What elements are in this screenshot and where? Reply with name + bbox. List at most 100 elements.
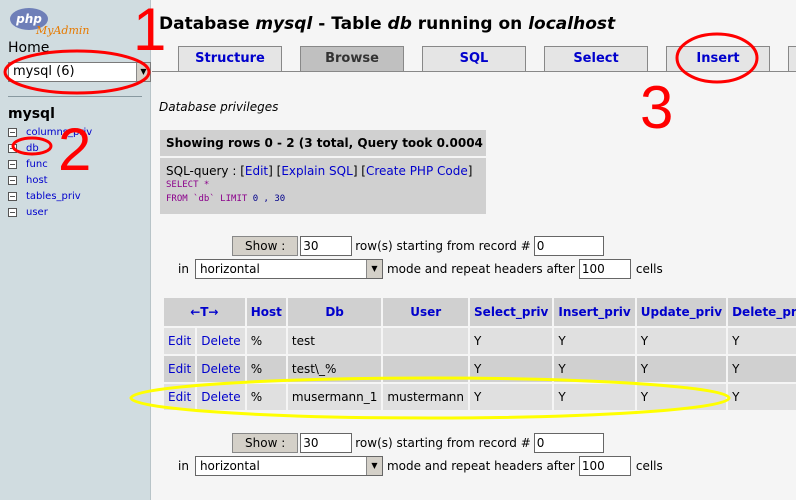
edit-link[interactable]: Edit <box>168 390 191 404</box>
cell-select-priv: Y <box>470 328 553 354</box>
table-row: Edit Delete % test Y Y Y Y <box>164 328 796 354</box>
mode-text: mode and repeat headers after <box>386 459 575 473</box>
cell-user <box>383 328 469 354</box>
edit-sql-link[interactable]: Edit <box>245 164 268 178</box>
title-suffix: running on <box>411 14 529 34</box>
column-header-delete-priv[interactable]: Delete_priv <box>728 298 796 326</box>
sql-from: FROM `db` LIMIT <box>166 194 248 204</box>
main-content: Database mysql - Table db running on loc… <box>152 0 796 500</box>
rows-text: row(s) starting from record # <box>355 436 531 450</box>
table-icon[interactable] <box>8 159 17 169</box>
cell-host: % <box>246 356 286 382</box>
cell-delete-priv: Y <box>728 384 796 410</box>
in-label: in <box>178 459 189 473</box>
cells-text: cells <box>635 459 663 473</box>
column-order-arrows[interactable]: ←T→ <box>164 298 245 326</box>
cell-insert-priv: Y <box>554 356 635 382</box>
tab-browse[interactable]: Browse <box>300 46 404 71</box>
column-header-insert-priv[interactable]: Insert_priv <box>554 298 635 326</box>
cell-host: % <box>246 328 286 354</box>
title-table-name: db <box>387 14 412 34</box>
delete-link[interactable]: Delete <box>201 362 240 376</box>
delete-link[interactable]: Delete <box>201 334 240 348</box>
tab-sql[interactable]: SQL <box>422 46 526 71</box>
in-label: in <box>178 262 189 276</box>
title-host: localhost <box>528 14 616 34</box>
display-mode-select[interactable]: horizontal ▼ <box>194 259 383 279</box>
cell-update-priv: Y <box>636 356 727 382</box>
tab-insert[interactable]: Insert <box>666 46 770 71</box>
sidebar-item-user[interactable]: user <box>8 204 92 220</box>
sidebar-item-label[interactable]: host <box>26 175 48 186</box>
chevron-down-icon[interactable]: ▼ <box>365 260 382 278</box>
chevron-down-icon[interactable]: ▼ <box>136 63 150 81</box>
mode-row-top: in horizontal ▼ mode and repeat headers a… <box>178 258 663 280</box>
rows-input[interactable]: 30 <box>300 236 353 256</box>
delete-link[interactable]: Delete <box>201 390 240 404</box>
database-title[interactable]: mysql <box>8 106 55 122</box>
cell-insert-priv: Y <box>554 328 635 354</box>
chevron-down-icon[interactable]: ▼ <box>365 457 382 475</box>
show-row-top: Show : 30 row(s) starting from record # … <box>180 235 604 257</box>
edit-link[interactable]: Edit <box>168 362 191 376</box>
sql-limit: 0 , 30 <box>252 194 286 204</box>
phpmyadmin-logo[interactable]: php MyAdmin <box>10 8 90 38</box>
tab-bar: Structure Browse SQL Select Insert <box>152 46 796 72</box>
column-header-user[interactable]: User <box>383 298 469 326</box>
cell-select-priv: Y <box>470 384 553 410</box>
cell-user: mustermann <box>383 384 469 410</box>
cell-delete-priv: Y <box>728 356 796 382</box>
tab-structure[interactable]: Structure <box>178 46 282 71</box>
sidebar-item-label[interactable]: func <box>26 159 48 170</box>
sql-query-links: SQL-query : [Edit] [Explain SQL] [Create… <box>166 164 473 178</box>
table-icon[interactable] <box>8 191 17 201</box>
show-button[interactable]: Show : <box>232 433 299 453</box>
column-header-select-priv[interactable]: Select_priv <box>470 298 553 326</box>
repeat-headers-input[interactable]: 100 <box>578 259 631 279</box>
tab-more[interactable] <box>788 46 796 71</box>
start-record-input[interactable]: 0 <box>533 236 604 256</box>
sidebar-item-tables-priv[interactable]: tables_priv <box>8 188 92 204</box>
home-link[interactable]: Home <box>8 40 49 56</box>
repeat-headers-input[interactable]: 100 <box>578 456 631 476</box>
column-header-update-priv[interactable]: Update_priv <box>636 298 727 326</box>
annotation-number-1: 1 <box>133 0 167 63</box>
table-row: Edit Delete % test\_% Y Y Y Y <box>164 356 796 382</box>
sql-label: SQL-query : <box>166 164 241 178</box>
table-icon[interactable] <box>8 207 17 217</box>
sql-code-line2: FROM `db` LIMIT 0 , 30 <box>166 192 480 206</box>
cell-user <box>383 356 469 382</box>
title-db-name: mysql <box>255 14 313 34</box>
show-row-bottom: Show : 30 row(s) starting from record # … <box>180 432 604 454</box>
table-icon[interactable] <box>8 175 17 185</box>
rows-input[interactable]: 30 <box>300 433 353 453</box>
cell-insert-priv: Y <box>554 384 635 410</box>
results-table: ←T→ Host Db User Select_priv Insert_priv… <box>162 296 796 412</box>
table-icon[interactable] <box>8 127 17 137</box>
explain-sql-link[interactable]: Explain SQL <box>281 164 353 178</box>
start-record-input[interactable]: 0 <box>533 433 604 453</box>
display-mode-value: horizontal <box>199 459 260 473</box>
divider <box>8 96 142 97</box>
sidebar-item-label[interactable]: user <box>26 207 48 218</box>
column-header-db[interactable]: Db <box>287 298 382 326</box>
cell-delete-priv: Y <box>728 328 796 354</box>
page-title: Database mysql - Table db running on loc… <box>159 14 615 34</box>
sidebar-item-label[interactable]: db <box>26 143 39 154</box>
database-select[interactable]: mysql (6) ▼ <box>8 62 151 82</box>
database-select-value: mysql (6) <box>13 64 75 79</box>
sidebar-item-label[interactable]: tables_priv <box>26 191 81 202</box>
create-php-link[interactable]: Create PHP Code <box>366 164 468 178</box>
cell-db: test\_% <box>287 356 382 382</box>
show-button[interactable]: Show : <box>232 236 299 256</box>
cell-db: musermann_1 <box>287 384 382 410</box>
annotation-number-3: 3 <box>640 74 674 141</box>
display-mode-select[interactable]: horizontal ▼ <box>194 456 383 476</box>
mode-row-bottom: in horizontal ▼ mode and repeat headers a… <box>178 455 663 477</box>
header-row: ←T→ Host Db User Select_priv Insert_priv… <box>164 298 796 326</box>
table-icon[interactable] <box>8 143 17 153</box>
cell-host: % <box>246 384 286 410</box>
column-header-host[interactable]: Host <box>246 298 286 326</box>
tab-select[interactable]: Select <box>544 46 648 71</box>
edit-link[interactable]: Edit <box>168 334 191 348</box>
